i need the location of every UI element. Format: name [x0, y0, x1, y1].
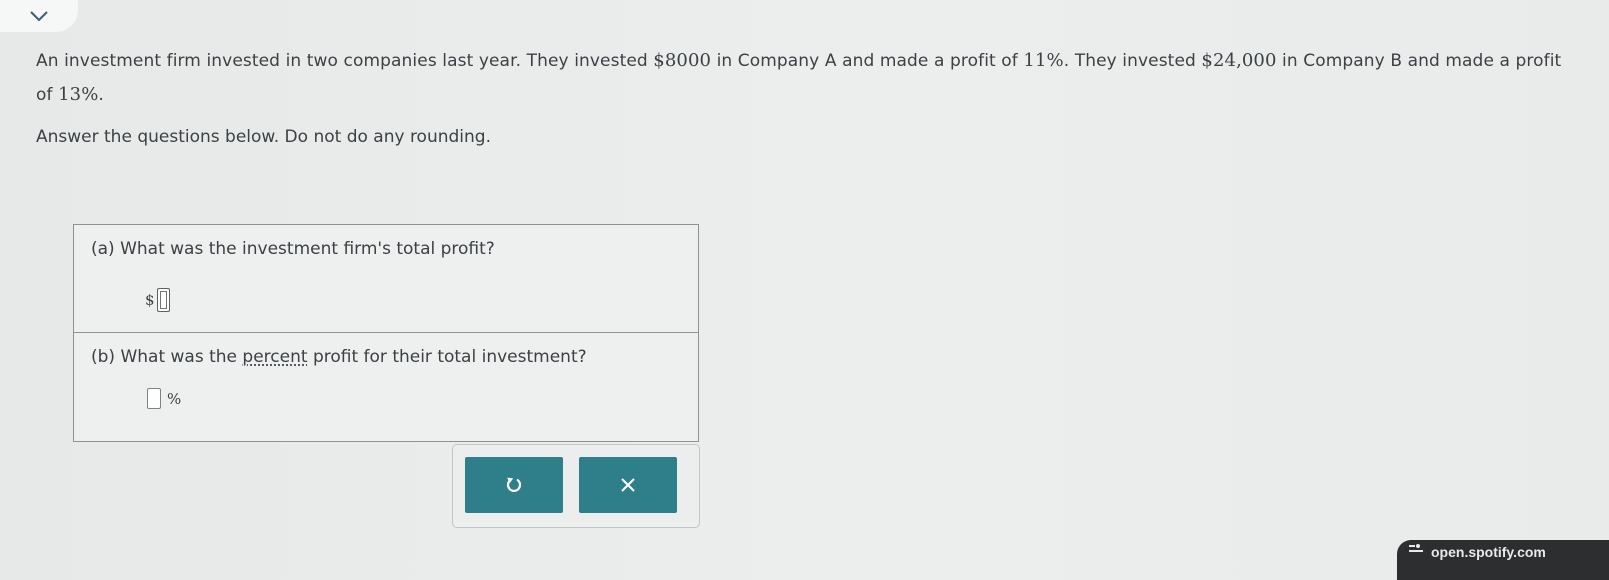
action-button-tray: [452, 444, 700, 528]
total-profit-input[interactable]: [156, 288, 170, 312]
question-part-a: (a) What was the investment firm's total…: [74, 225, 698, 333]
question-a-text: (a) What was the investment firm's total…: [91, 239, 495, 259]
company-b-profit-rate: 13%: [58, 84, 99, 105]
clear-button[interactable]: [579, 457, 677, 513]
question-b-text-start: (b) What was the: [91, 347, 243, 367]
media-site-indicator[interactable]: open.spotify.com: [1397, 540, 1609, 580]
answer-b-row: %: [147, 388, 181, 409]
undo-icon: [506, 477, 522, 492]
percent-suffix: %: [167, 389, 182, 408]
percent-profit-input[interactable]: [147, 388, 161, 409]
question-part-b: (b) What was the percent profit for thei…: [74, 333, 698, 441]
problem-text-5: .: [98, 85, 104, 105]
problem-text-3: . They invested: [1063, 51, 1202, 71]
media-control-icon: [1409, 544, 1423, 552]
problem-statement: An investment firm invested in two compa…: [36, 44, 1581, 112]
answer-a-row: $: [145, 288, 170, 312]
question-box: (a) What was the investment firm's total…: [73, 224, 699, 442]
site-url: open.spotify.com: [1431, 544, 1546, 560]
question-b-text: (b) What was the percent profit for thei…: [91, 345, 587, 369]
question-b-text-end: profit for their total investment?: [307, 347, 587, 367]
chevron-down-icon: [30, 11, 48, 22]
company-a-profit-rate: 11%: [1023, 50, 1064, 71]
instructions-text: Answer the questions below. Do not do an…: [36, 127, 491, 147]
close-icon: [621, 478, 635, 492]
company-b-investment: $24,000: [1201, 50, 1277, 71]
undo-button[interactable]: [465, 457, 563, 513]
dollar-prefix: $: [145, 291, 155, 309]
percent-glossary-link[interactable]: percent: [242, 347, 307, 367]
problem-text-2: in Company A and made a profit of: [711, 51, 1024, 71]
collapse-toggle[interactable]: [0, 0, 78, 32]
company-a-investment: $8000: [653, 50, 712, 71]
problem-text-1: An investment firm invested in two compa…: [36, 51, 654, 71]
